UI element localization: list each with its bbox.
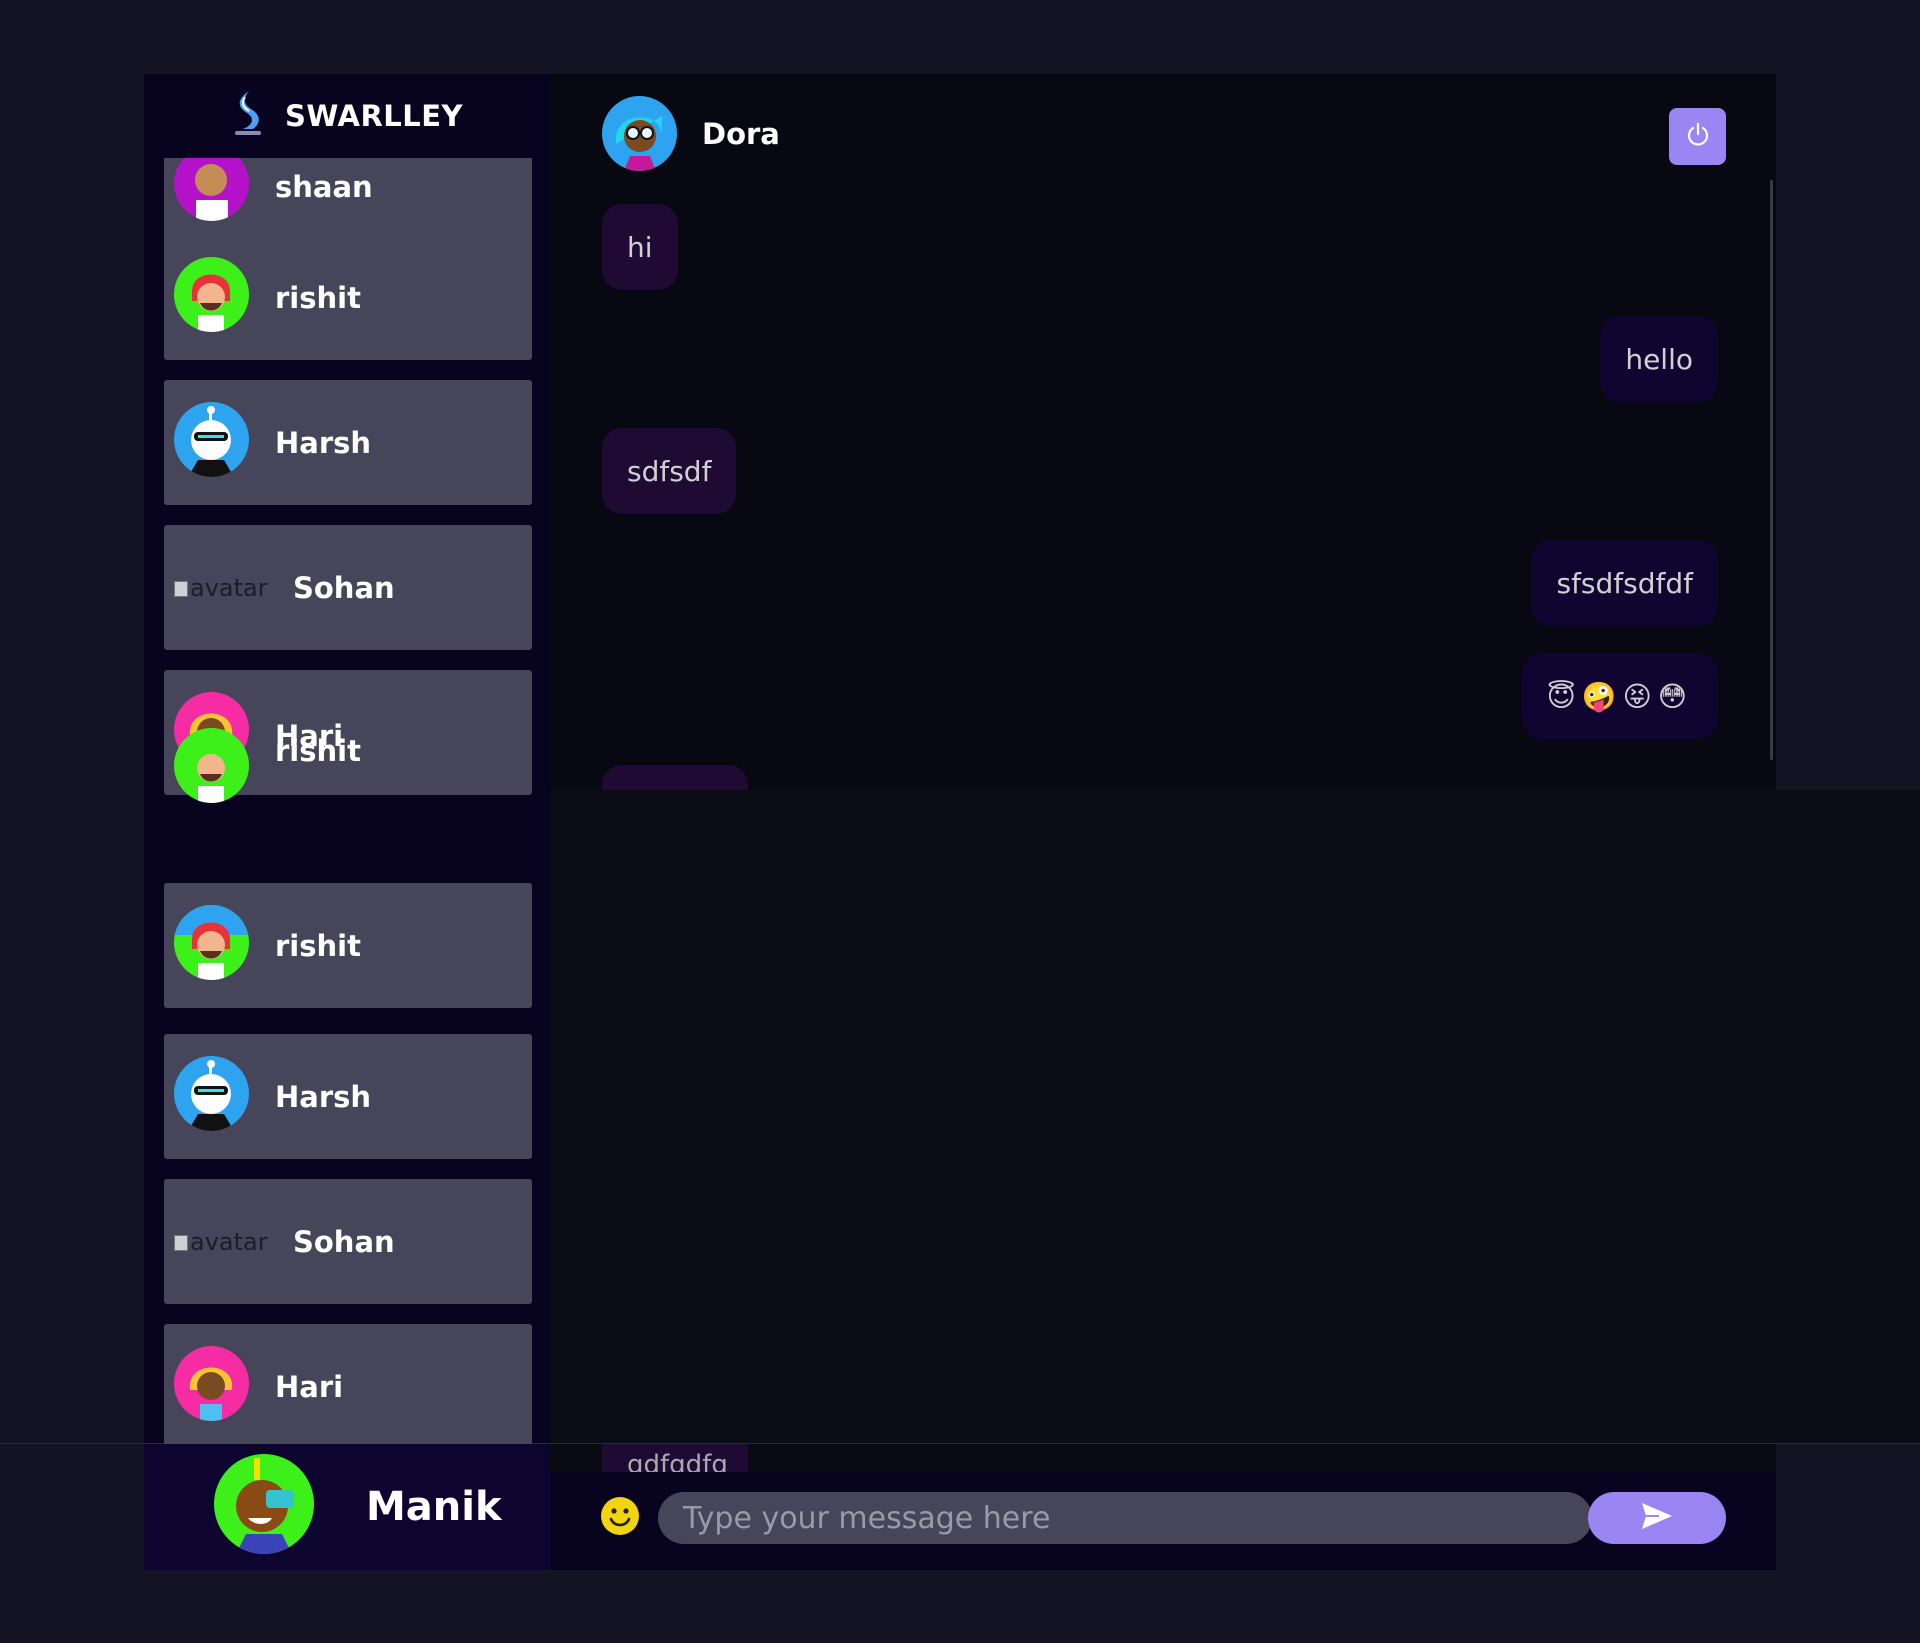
contact-item[interactable]: Hari	[164, 1324, 532, 1444]
smiley-icon	[600, 1497, 640, 1540]
avatar	[174, 257, 249, 332]
contact-item[interactable]: Harsh	[164, 1034, 532, 1159]
chat-contact-name: Dora	[702, 117, 780, 151]
contact-name: Harsh	[275, 425, 372, 460]
logo-icon	[231, 89, 265, 143]
avatar	[174, 728, 249, 803]
avatar-broken-image: avatar	[174, 1228, 268, 1256]
contact-name: Harsh	[275, 1079, 372, 1114]
message-received: hi	[602, 204, 678, 290]
emoji-button[interactable]	[600, 1496, 640, 1536]
message-received-partial	[602, 765, 748, 790]
contact-name: Sohan	[293, 570, 395, 605]
contacts-list[interactable]: shaan rishit Harsh avatar Sohan Hari ris…	[144, 158, 550, 1444]
avatar	[174, 1346, 249, 1421]
chat-header: Dora	[550, 74, 1776, 194]
avatar	[174, 402, 249, 477]
avatar	[174, 905, 249, 980]
message-input-bar	[550, 1472, 1776, 1570]
contact-name: rishit	[275, 734, 361, 768]
contact-name: rishit	[275, 280, 361, 315]
contact-name: shaan	[275, 169, 373, 204]
message-sent: sfsdfsdfdf	[1531, 540, 1718, 626]
contact-item[interactable]: avatar Sohan	[164, 1179, 532, 1304]
contact-item[interactable]: rishit	[164, 883, 532, 1008]
avatar	[602, 96, 677, 171]
message-sent: hello	[1600, 316, 1718, 402]
message-received: sdfsdf	[602, 428, 737, 514]
power-icon	[1685, 122, 1711, 152]
brand-title: SWARLLEY	[284, 99, 464, 133]
avatar-broken-image: avatar	[174, 574, 268, 602]
message-received-overflow: gdfgdfg	[602, 1444, 748, 1472]
contact-item[interactable]: rishit	[164, 235, 532, 360]
contact-item[interactable]: rishit	[164, 728, 532, 863]
avatar	[214, 1454, 314, 1554]
current-user-name: Manik	[366, 1484, 502, 1530]
chat-panel-overflow	[550, 790, 1920, 1444]
contact-name: Hari	[275, 1369, 344, 1404]
messages-scrollbar[interactable]	[1770, 180, 1773, 760]
brand-header: SWARLLEY	[144, 74, 550, 158]
send-button[interactable]	[1588, 1492, 1726, 1544]
messages-list[interactable]: hi hello sdfsdf sfsdfsdfdf 😇🤪😝😳	[550, 194, 1776, 790]
message-input[interactable]	[658, 1492, 1592, 1544]
contact-name: Sohan	[293, 1224, 395, 1259]
message-sent-emoji: 😇🤪😝😳	[1521, 653, 1718, 739]
avatar	[174, 1056, 249, 1131]
contact-name: rishit	[275, 928, 361, 963]
contact-item[interactable]: Harsh	[164, 380, 532, 505]
current-user-bar: Manik	[144, 1444, 550, 1570]
logout-button[interactable]	[1669, 108, 1726, 165]
contact-item[interactable]: avatar Sohan	[164, 525, 532, 650]
avatar	[174, 158, 249, 221]
send-arrow-icon	[1641, 1502, 1673, 1534]
